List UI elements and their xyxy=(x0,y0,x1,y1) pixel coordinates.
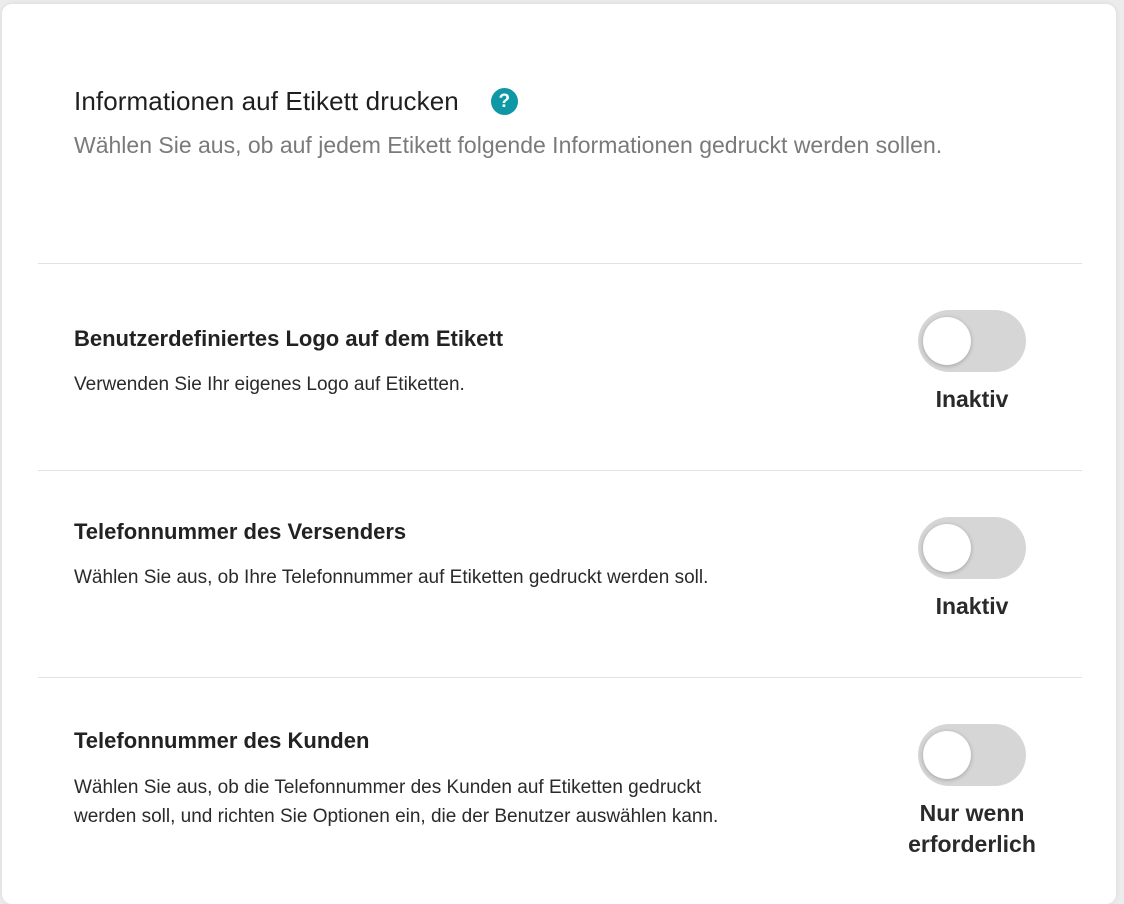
setting-description: Verwenden Sie Ihr eigenes Logo auf Etike… xyxy=(74,374,465,395)
section-description: Wählen Sie aus, ob auf jedem Etikett fol… xyxy=(74,132,943,158)
section-title: Informationen auf Etikett drucken xyxy=(74,86,459,116)
setting-description: Wählen Sie aus, ob Ihre Telefonnummer au… xyxy=(74,567,709,588)
setting-row-customer-phone: Telefonnummer des Kunden Wählen Sie aus,… xyxy=(38,678,1082,898)
section-header: Informationen auf Etikett drucken ? Wähl… xyxy=(74,86,1034,163)
settings-card: Informationen auf Etikett drucken ? Wähl… xyxy=(2,4,1116,904)
custom-logo-status: Inaktiv xyxy=(935,386,1009,412)
header-title-row: Informationen auf Etikett drucken ? xyxy=(74,86,1034,117)
setting-row-sender-phone: Telefonnummer des Versenders Wählen Sie … xyxy=(38,471,1082,677)
customer-phone-status: Nur wenn erforderlich xyxy=(908,800,1036,857)
setting-title: Benutzerdefiniertes Logo auf dem Etikett xyxy=(74,326,504,351)
sender-phone-toggle[interactable] xyxy=(918,517,1026,579)
custom-logo-toggle[interactable] xyxy=(918,310,1026,372)
setting-title: Telefonnummer des Versenders xyxy=(74,519,407,544)
setting-description: Wählen Sie aus, ob die Telefonnummer des… xyxy=(74,777,719,827)
sender-phone-status: Inaktiv xyxy=(935,593,1009,619)
toggle-knob xyxy=(923,524,971,572)
toggle-knob xyxy=(923,317,971,365)
setting-row-custom-logo: Benutzerdefiniertes Logo auf dem Etikett… xyxy=(38,264,1082,470)
question-mark-icon[interactable]: ? xyxy=(490,88,518,115)
toggle-knob xyxy=(923,731,971,779)
customer-phone-toggle[interactable] xyxy=(918,724,1026,786)
setting-title: Telefonnummer des Kunden xyxy=(74,728,370,753)
